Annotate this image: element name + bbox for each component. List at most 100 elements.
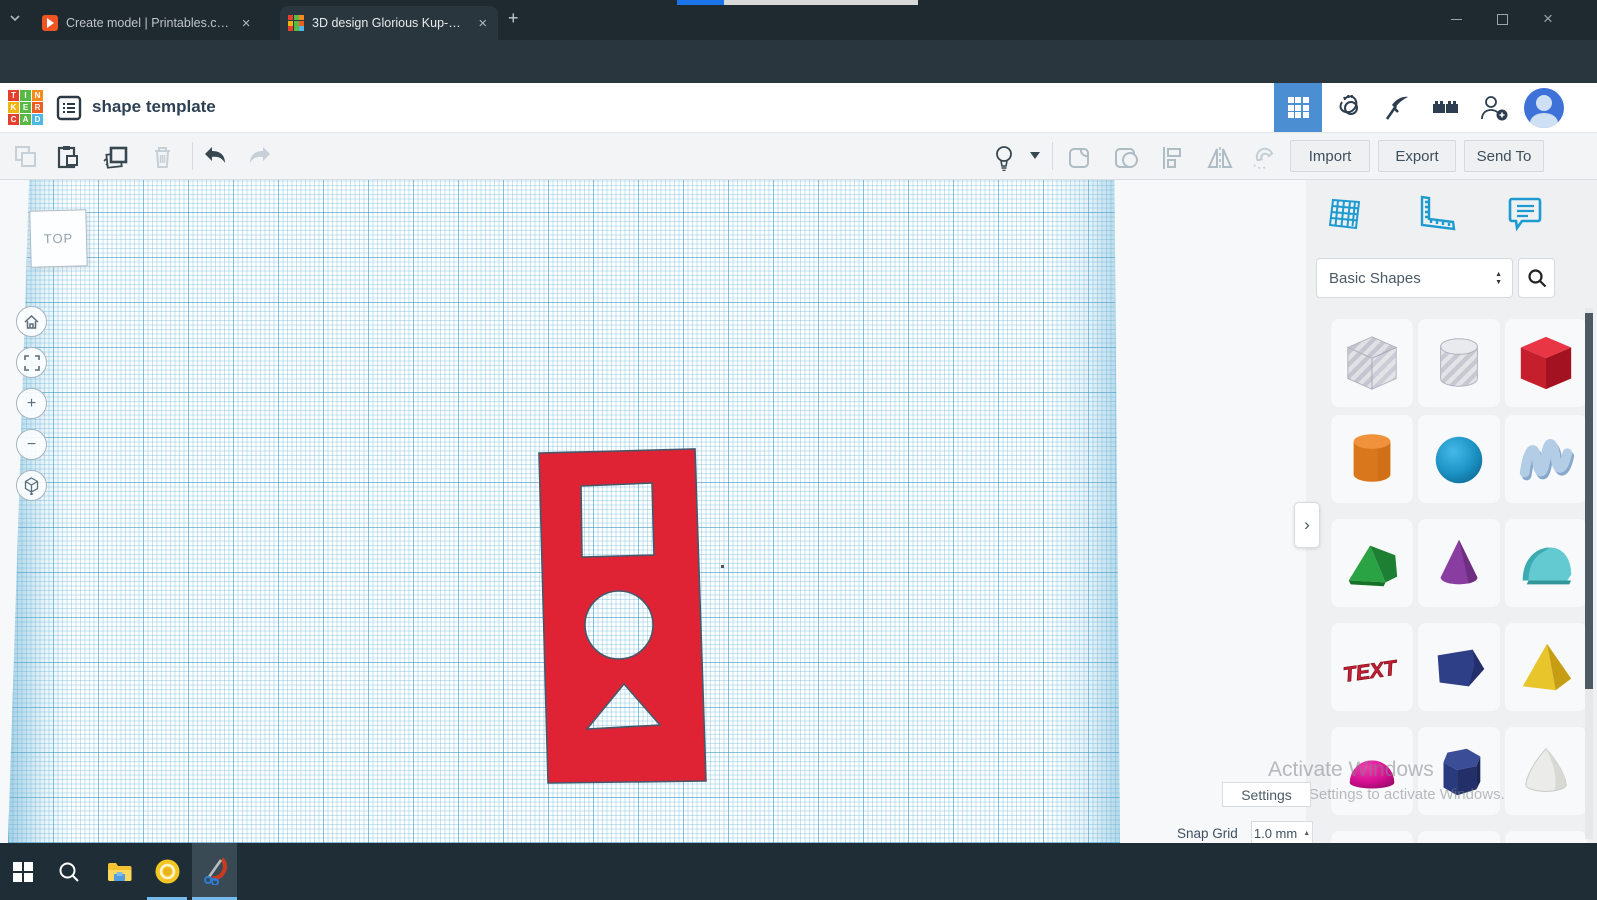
- magnet-snap-icon[interactable]: [1250, 145, 1278, 172]
- send-to-button[interactable]: Send To: [1464, 140, 1544, 172]
- duplicate-icon[interactable]: [102, 145, 129, 170]
- ruler-tool-icon[interactable]: [1416, 195, 1458, 233]
- bricks-export-button[interactable]: [1422, 83, 1470, 132]
- shape-card-cylinder[interactable]: [1331, 415, 1413, 503]
- chrome-canary-icon: [155, 859, 180, 884]
- shape-card-cone[interactable]: [1418, 519, 1500, 607]
- tab-printables[interactable]: Create model | Printables.com ×: [34, 6, 262, 40]
- shape-card-half-sphere[interactable]: [1331, 727, 1413, 815]
- panel-collapse-button[interactable]: ›: [1294, 502, 1320, 548]
- shape-card-scribble[interactable]: [1505, 415, 1587, 503]
- hand-tinker-button[interactable]: [1326, 83, 1374, 132]
- shape-category-dropdown[interactable]: Basic Shapes ▲▼: [1316, 258, 1513, 298]
- window-minimize-button[interactable]: [1440, 4, 1472, 34]
- ungroup-icon[interactable]: [1112, 145, 1139, 171]
- tab-title: 3D design Glorious Kup-Turing: [312, 16, 467, 30]
- mirror-icon[interactable]: [1206, 145, 1234, 171]
- delete-icon[interactable]: [152, 145, 173, 169]
- snap-grid-value: 1.0 mm: [1254, 826, 1297, 841]
- design-title[interactable]: shape template: [92, 97, 216, 117]
- shape-card-paraboloid[interactable]: [1505, 727, 1587, 815]
- invite-collaborator-button[interactable]: [1470, 83, 1518, 132]
- shape-card-sphere[interactable]: [1418, 415, 1500, 503]
- redo-icon[interactable]: [248, 145, 273, 167]
- snap-grid-caret-icon: ▲: [1303, 830, 1310, 837]
- windows-taskbar: 2:27 PM 5/18/2024 2: [0, 843, 1597, 900]
- taskbar-snip-active-tile[interactable]: [192, 843, 237, 900]
- dropdown-stepper-icon: ▲▼: [1495, 271, 1502, 286]
- logo-tile: K: [8, 102, 19, 113]
- taskbar-chrome-canary-button[interactable]: [144, 843, 190, 900]
- start-button[interactable]: [0, 843, 46, 900]
- top-progress-bar-track: [724, 0, 918, 5]
- shape-card-pyramid[interactable]: [1505, 623, 1587, 711]
- person-plus-icon: [1478, 93, 1510, 123]
- logo-tile: R: [32, 102, 43, 113]
- file-explorer-icon: [107, 862, 132, 882]
- cursor-dot: [721, 565, 724, 568]
- logo-tile: A: [20, 114, 31, 125]
- shape-card-cylinder-transparent[interactable]: [1418, 319, 1500, 407]
- window-restore-button[interactable]: [1486, 4, 1518, 34]
- shapes-view-button[interactable]: [1274, 83, 1322, 132]
- shape-search-button[interactable]: [1518, 258, 1555, 298]
- export-button[interactable]: Export: [1378, 140, 1456, 172]
- tinkercad-logo[interactable]: T I N K E R C A D: [8, 90, 43, 125]
- logo-tile: T: [8, 90, 19, 101]
- logo-tile: N: [32, 90, 43, 101]
- snipping-tool-icon: [202, 857, 228, 885]
- copy-icon[interactable]: [14, 145, 37, 168]
- shape-card-polygon[interactable]: [1418, 623, 1500, 711]
- red-template-shape[interactable]: [0, 180, 1130, 843]
- pickaxe-icon: [1383, 93, 1413, 123]
- window-close-button[interactable]: ×: [1532, 4, 1564, 34]
- logo-tile: D: [32, 114, 43, 125]
- toolbar-divider: [1052, 142, 1053, 170]
- account-avatar[interactable]: [1524, 88, 1564, 128]
- notes-tool-icon[interactable]: [1504, 193, 1544, 233]
- panel-scrollbar-thumb[interactable]: [1585, 313, 1593, 689]
- align-icon[interactable]: [1160, 145, 1184, 171]
- tab-close-icon[interactable]: ×: [238, 16, 254, 31]
- tinkercad-favicon: [288, 15, 304, 31]
- snap-grid-dropdown[interactable]: 1.0 mm ▲: [1251, 821, 1313, 845]
- windows-logo-icon: [13, 862, 33, 882]
- show-all-caret-icon[interactable]: [1030, 152, 1040, 159]
- grid-settings-button[interactable]: Settings: [1222, 782, 1311, 807]
- import-button[interactable]: Import: [1290, 140, 1370, 172]
- show-all-bulb-icon[interactable]: [993, 145, 1015, 171]
- tab-close-icon[interactable]: ×: [475, 16, 490, 31]
- lego-bricks-icon: [1431, 96, 1461, 120]
- browser-tab-strip: Create model | Printables.com × 3D desig…: [0, 0, 1597, 40]
- new-tab-button[interactable]: +: [508, 8, 519, 29]
- toolbar-divider: [192, 142, 193, 170]
- undo-icon[interactable]: [202, 145, 227, 167]
- shape-card-box[interactable]: [1505, 319, 1587, 407]
- browser-address-bar: tinkercad.com/things/2CglcIb4S8K-gloriou…: [0, 40, 1597, 83]
- search-icon: [58, 861, 80, 883]
- tab-tinkercad[interactable]: 3D design Glorious Kup-Turing ×: [280, 6, 498, 40]
- shape-card-round-roof[interactable]: [1505, 519, 1587, 607]
- taskbar-explorer-button[interactable]: [96, 843, 142, 900]
- shape-card-roof[interactable]: [1331, 519, 1413, 607]
- minecraft-export-button[interactable]: [1374, 83, 1422, 132]
- shape-card-text[interactable]: TEXT: [1331, 623, 1413, 711]
- shape-card-box-transparent[interactable]: [1331, 319, 1413, 407]
- design-properties-icon[interactable]: [56, 95, 82, 121]
- snap-grid-label: Snap Grid: [1177, 826, 1238, 841]
- logo-tile: I: [20, 90, 31, 101]
- tinkercad-header: T I N K E R C A D shape template: [0, 83, 1597, 133]
- group-icon[interactable]: [1066, 145, 1092, 171]
- grid-icon: [1288, 97, 1309, 118]
- logo-tile: E: [20, 102, 31, 113]
- shape-card-hexagonal-prism[interactable]: [1418, 727, 1500, 815]
- logo-tile: C: [8, 114, 19, 125]
- paste-icon[interactable]: [56, 145, 79, 169]
- search-icon: [1527, 268, 1547, 288]
- text-shape-glyph: TEXT: [1342, 656, 1400, 687]
- taskbar-search-button[interactable]: [46, 843, 92, 900]
- edit-toolbar: Import Export Send To: [0, 133, 1597, 180]
- workplane-tool-icon[interactable]: [1327, 195, 1365, 233]
- tab-search-chevron-icon[interactable]: [8, 11, 22, 25]
- restore-icon: [1497, 14, 1508, 25]
